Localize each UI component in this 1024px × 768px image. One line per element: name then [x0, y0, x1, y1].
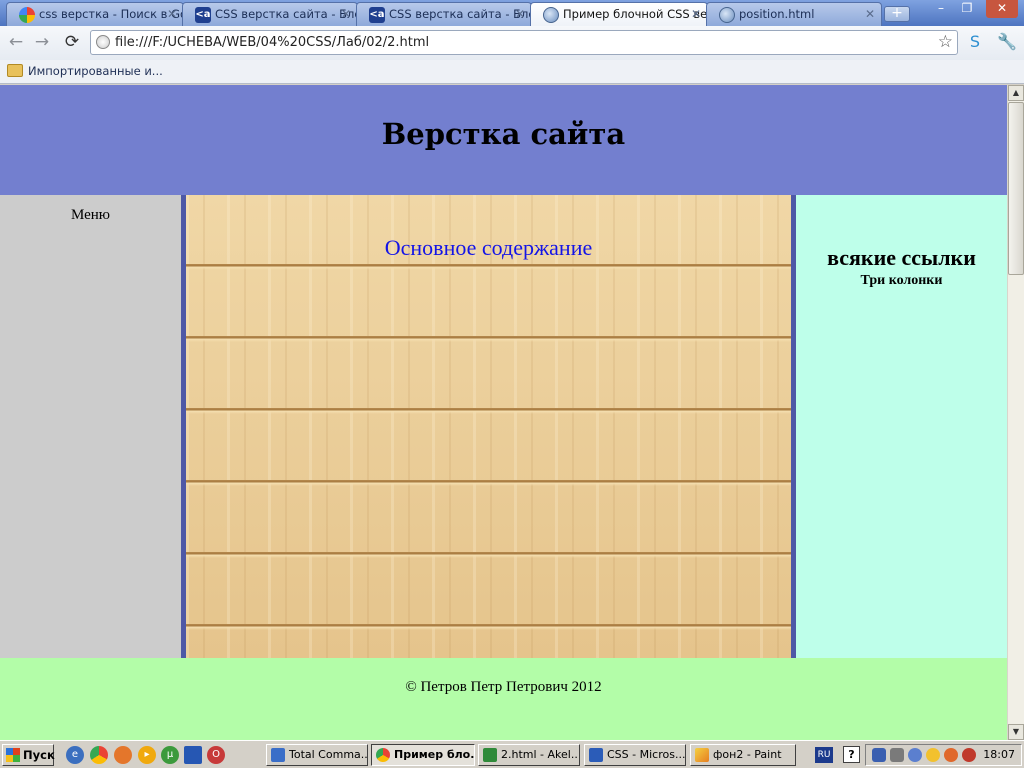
close-window-button[interactable]: ✕: [986, 0, 1018, 18]
taskbar-word-css[interactable]: CSS - Micros...: [584, 744, 686, 766]
start-button[interactable]: Пуск: [2, 744, 55, 766]
close-icon[interactable]: ✕: [691, 3, 701, 25]
bookmarks-bar: Импортированные и...: [0, 60, 1024, 84]
back-arrow-icon[interactable]: ←: [5, 32, 27, 54]
globe-icon: [719, 7, 735, 23]
start-label: Пуск: [23, 748, 55, 762]
content-column: Основное содержание: [181, 195, 796, 658]
scroll-down-arrow-icon[interactable]: ▼: [1008, 724, 1024, 740]
power-icon[interactable]: [926, 748, 940, 762]
vertical-scrollbar[interactable]: ▲ ▼: [1007, 85, 1024, 740]
clock[interactable]: 18:07: [983, 745, 1015, 765]
close-icon[interactable]: ✕: [341, 3, 351, 25]
network-icon[interactable]: [872, 748, 886, 762]
quicklaunch-chrome-icon[interactable]: [90, 746, 108, 764]
tab-css-blog-2[interactable]: <a CSS верстка сайта - Бло ✕: [356, 2, 532, 26]
system-tray: 18:07: [865, 744, 1022, 766]
close-icon[interactable]: ✕: [865, 3, 875, 25]
content-title: Основное содержание: [384, 235, 593, 260]
tab-label: CSS верстка сайта - Бло: [215, 7, 358, 21]
links-title: всякие ссылки: [827, 245, 976, 270]
quicklaunch-media-icon[interactable]: ▸: [138, 746, 156, 764]
links-subtitle: Три колонки: [860, 273, 943, 288]
scroll-up-arrow-icon[interactable]: ▲: [1008, 85, 1024, 101]
taskbar-total-commander[interactable]: Total Comma...: [266, 744, 368, 766]
total-commander-icon: [271, 748, 285, 762]
page-viewport: Верстка сайта Меню Основное содержание в…: [0, 85, 1007, 740]
address-bar[interactable]: file:///F:/UCHEBA/WEB/04%20CSS/Лаб/02/2.…: [90, 30, 958, 55]
google-icon: [19, 7, 35, 23]
tab-google-search[interactable]: css верстка - Поиск в Go ✕: [6, 2, 184, 26]
language-indicator[interactable]: RU: [815, 747, 833, 763]
taskbar-akelpad[interactable]: 2.html - Akel...: [478, 744, 580, 766]
bookmark-star-icon[interactable]: ☆: [938, 31, 953, 54]
bookmark-folder-imported[interactable]: Импортированные и...: [28, 64, 163, 78]
close-icon[interactable]: ✕: [515, 3, 525, 25]
folder-icon: [7, 64, 23, 77]
close-icon[interactable]: ✕: [167, 3, 177, 25]
akelpad-icon: [483, 748, 497, 762]
tab-label: CSS верстка сайта - Бло: [389, 7, 532, 21]
menu-label: Меню: [70, 207, 111, 223]
quicklaunch-firefox-icon[interactable]: [114, 746, 132, 764]
taskbar-button-label: CSS - Micros...: [607, 748, 686, 761]
site-header: Верстка сайта: [0, 85, 1007, 195]
forward-arrow-icon[interactable]: →: [31, 32, 53, 54]
maximize-button[interactable]: ❐: [954, 0, 980, 18]
tab-label: Пример блочной CSS вер: [563, 7, 708, 21]
taskbar-paint[interactable]: фон2 - Paint: [690, 744, 796, 766]
taskbar-button-label: Total Comma...: [289, 748, 368, 761]
antivirus-icon[interactable]: [962, 748, 976, 762]
chrome-icon: [376, 748, 390, 762]
taskbar-button-label: фон2 - Paint: [713, 748, 782, 761]
tab-label: css верстка - Поиск в Go: [39, 7, 184, 21]
windows-logo-icon: [6, 748, 20, 762]
tab-strip: css верстка - Поиск в Go ✕ <a CSS верстк…: [0, 0, 1024, 27]
footer-copyright: © Петров Петр Петрович 2012: [405, 679, 602, 695]
help-icon[interactable]: ?: [843, 746, 860, 763]
minimize-button[interactable]: –: [928, 0, 954, 18]
page-icon: [96, 35, 110, 49]
skype-icon[interactable]: S: [964, 32, 986, 54]
links-column: всякие ссылки Три колонки: [796, 195, 1007, 658]
quicklaunch-opera-icon[interactable]: O: [207, 746, 225, 764]
tab-position-html[interactable]: position.html ✕: [706, 2, 882, 26]
quicklaunch-ie-icon[interactable]: e: [66, 746, 84, 764]
word-icon: [589, 748, 603, 762]
taskbar-button-label: 2.html - Akel...: [501, 748, 580, 761]
taskbar-button-label: Пример бло...: [394, 748, 475, 761]
browser-toolbar: ← → ⟳ file:///F:/UCHEBA/WEB/04%20CSS/Лаб…: [0, 26, 1024, 60]
taskbar-chrome-page[interactable]: Пример бло...: [371, 744, 475, 766]
wrench-icon[interactable]: 🔧: [996, 32, 1018, 54]
blog-icon: <a: [369, 7, 385, 23]
windows-taskbar: Пуск e ▸ µ O Total Comma... Пример бло..…: [0, 740, 1024, 768]
quicklaunch-utorrent-icon[interactable]: µ: [161, 746, 179, 764]
new-tab-button[interactable]: +: [884, 6, 910, 22]
volume-icon[interactable]: [890, 748, 904, 762]
menu-column: Меню: [0, 195, 181, 658]
quicklaunch-save-icon[interactable]: [184, 746, 202, 764]
tab-active-page[interactable]: Пример блочной CSS вер ✕: [530, 2, 708, 27]
scrollbar-thumb[interactable]: [1008, 102, 1024, 275]
site-footer: © Петров Петр Петрович 2012: [0, 658, 1007, 740]
tab-css-blog-1[interactable]: <a CSS верстка сайта - Бло ✕: [182, 2, 358, 26]
reload-icon[interactable]: ⟳: [61, 32, 83, 54]
blog-icon: <a: [195, 7, 211, 23]
site-title: Верстка сайта: [381, 117, 626, 151]
tray-update-icon[interactable]: [944, 748, 958, 762]
globe-icon: [543, 7, 559, 23]
tab-label: position.html: [739, 7, 815, 21]
address-text: file:///F:/UCHEBA/WEB/04%20CSS/Лаб/02/2.…: [115, 35, 430, 50]
paint-icon: [695, 748, 709, 762]
tray-app-icon[interactable]: [908, 748, 922, 762]
